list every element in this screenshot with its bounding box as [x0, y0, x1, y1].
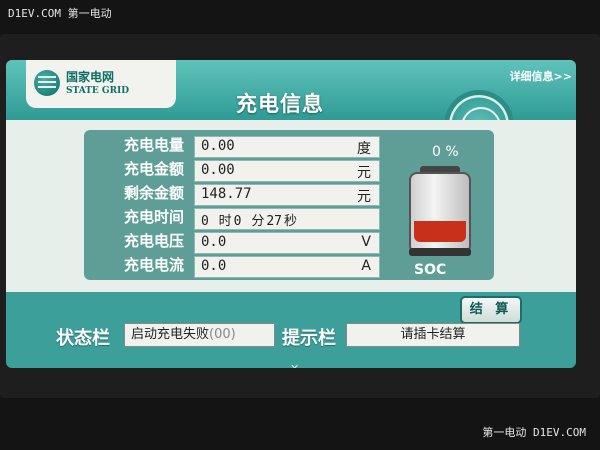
- content-area: 充电电量 0.00 度 充电金额 0.00 元 剩余金额 148.77 元 充电…: [6, 120, 576, 292]
- field-voltage: 0.0 V: [194, 232, 380, 254]
- brand-name-en: STATE GRID: [66, 86, 130, 96]
- time-minutes: 0: [233, 214, 242, 229]
- brand-name-cn: 国家电网: [66, 70, 115, 84]
- bottom-decoration: ✕: [290, 362, 299, 368]
- label-balance: 剩余金额: [123, 184, 184, 202]
- status-message-box: 启动充电失败(00): [124, 323, 275, 347]
- hint-label: 提示栏: [282, 328, 336, 349]
- time-hour-unit: 时: [218, 214, 232, 229]
- field-time: 0 时0 分 27 秒: [194, 208, 380, 230]
- row-energy: 充电电量 0.00 度: [84, 134, 384, 158]
- state-grid-logo-icon: [34, 70, 60, 96]
- status-label: 状态栏: [56, 328, 110, 349]
- time-hours: 0: [201, 214, 209, 229]
- value-current: 0.0: [201, 258, 227, 274]
- unit-energy: 度: [357, 141, 371, 157]
- soc-label: SOC: [414, 262, 447, 278]
- unit-current: A: [361, 258, 371, 274]
- row-balance: 剩余金额 148.77 元: [84, 182, 384, 206]
- battery-base: [409, 248, 471, 256]
- time-second-unit: 秒: [284, 214, 298, 229]
- status-message: 启动充电失败: [131, 327, 210, 342]
- soc-percent: 0 %: [432, 144, 459, 160]
- page-title: 充电信息: [236, 92, 324, 116]
- value-voltage: 0.0: [201, 234, 227, 250]
- value-time: 0 时0 分 27 秒: [201, 210, 299, 229]
- status-code: (00): [209, 327, 236, 342]
- unit-balance: 元: [357, 189, 371, 205]
- value-energy: 0.00: [201, 138, 235, 154]
- hint-message-box: 请插卡结算: [346, 323, 520, 347]
- label-energy: 充电电量: [123, 136, 184, 154]
- label-time: 充电时间: [123, 208, 184, 226]
- watermark-bottom: 第一电动 D1EV.COM: [482, 426, 586, 439]
- battery-icon: [409, 172, 471, 254]
- unit-amount: 元: [357, 165, 371, 181]
- value-amount: 0.00: [201, 162, 235, 178]
- brand-logo: 国家电网 STATE GRID: [26, 60, 176, 108]
- row-time: 充电时间 0 时0 分 27 秒: [84, 206, 384, 230]
- time-seconds: 27: [266, 214, 282, 229]
- hint-message: 请插卡结算: [400, 327, 466, 342]
- detail-info-link[interactable]: 详细信息>>: [510, 68, 572, 84]
- field-balance: 148.77 元: [194, 184, 380, 206]
- field-energy: 0.00 度: [194, 136, 380, 158]
- time-minute-unit: 分: [251, 214, 265, 229]
- row-amount: 充电金额 0.00 元: [84, 158, 384, 182]
- row-current: 充电电流 0.0 A: [84, 254, 384, 278]
- label-amount: 充电金额: [123, 160, 184, 178]
- label-voltage: 充电电压: [123, 232, 184, 250]
- battery-fill: [414, 221, 466, 242]
- field-amount: 0.00 元: [194, 160, 380, 182]
- label-current: 充电电流: [123, 256, 184, 274]
- status-bar: 状态栏 启动充电失败(00) 提示栏 请插卡结算: [6, 318, 576, 358]
- unit-voltage: V: [361, 234, 371, 250]
- charging-info-panel: 充电电量 0.00 度 充电金额 0.00 元 剩余金额 148.77 元 充电…: [84, 130, 494, 280]
- charging-screen: 国家电网 STATE GRID 充电信息 详细信息>> 充电电量 0.00 度 …: [6, 60, 576, 368]
- field-current: 0.0 A: [194, 256, 380, 278]
- row-voltage: 充电电压 0.0 V: [84, 230, 384, 254]
- watermark-top: D1EV.COM 第一电动: [8, 7, 112, 20]
- value-balance: 148.77: [201, 186, 252, 202]
